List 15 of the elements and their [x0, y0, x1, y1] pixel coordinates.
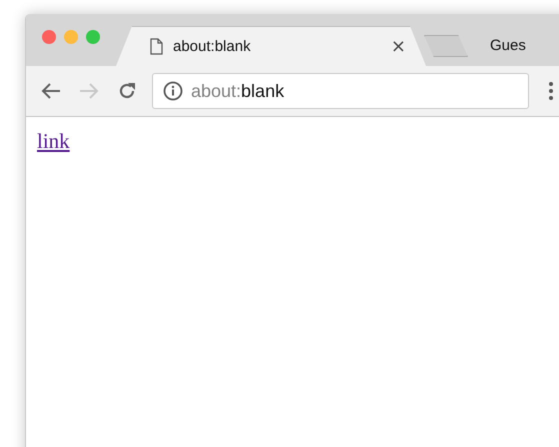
- new-tab-button[interactable]: [424, 35, 468, 57]
- profile-label[interactable]: Gues: [490, 37, 526, 54]
- browser-tab[interactable]: about:blank ×: [116, 26, 426, 66]
- window-control[interactable]: [42, 30, 56, 44]
- link[interactable]: link: [37, 129, 70, 153]
- window-control[interactable]: [64, 30, 78, 44]
- menu-icon[interactable]: [549, 82, 553, 100]
- url-text: about:blank: [191, 80, 284, 102]
- reload-icon: [117, 81, 137, 101]
- close-tab-button[interactable]: ×: [390, 36, 406, 57]
- page-icon: [150, 38, 163, 55]
- tab-title: about:blank: [173, 38, 252, 55]
- info-icon: [163, 81, 183, 101]
- address-bar[interactable]: about:blank: [152, 73, 529, 109]
- window-control[interactable]: [86, 30, 100, 44]
